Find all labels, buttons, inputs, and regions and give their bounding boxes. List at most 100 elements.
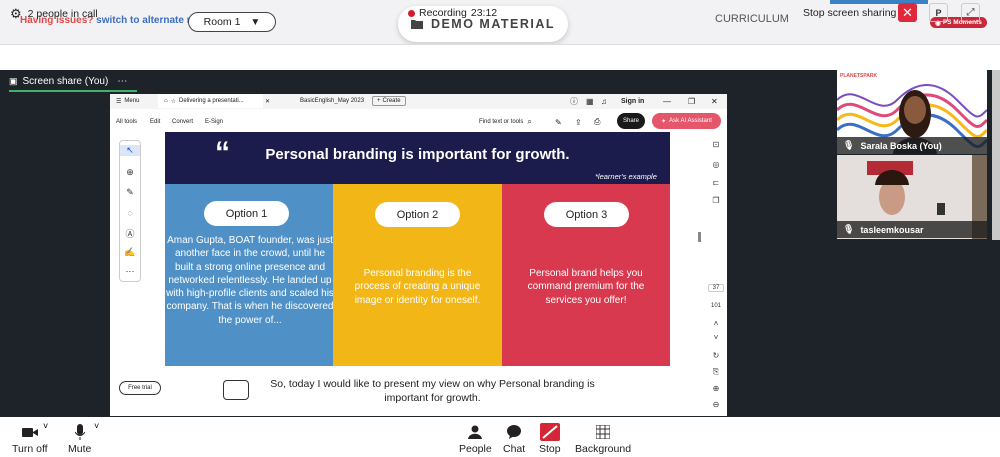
participant-tile-2[interactable]: 🎙 tasleemkousar	[837, 155, 987, 239]
browser-tab-2[interactable]: BasicEnglish_May 2023	[300, 94, 364, 108]
stamp-icon[interactable]: ✍	[120, 247, 140, 258]
participant-2-name: tasleemkousar	[860, 224, 924, 235]
stop-share-icon	[539, 421, 560, 443]
participant-1-name: Sarala Boska (You)	[860, 140, 942, 151]
option-2-text: Personal branding is the process of crea…	[354, 268, 481, 306]
history-icon[interactable]: ◎	[706, 160, 726, 169]
background-button[interactable]: Background	[575, 421, 631, 455]
pdf-tool-sidebar: ↖ ⊕ ✎ ◌ Ⓐ ✍ ⋯	[119, 140, 141, 282]
select-cursor-icon[interactable]: ↖	[120, 145, 140, 156]
stop-screen-sharing-label[interactable]: Stop screen sharing	[803, 7, 896, 19]
text-icon[interactable]: Ⓐ	[120, 227, 140, 240]
search-icon: ⌕	[527, 117, 532, 126]
copy-icon[interactable]: ❐	[706, 196, 726, 205]
page-up-icon[interactable]: ˄	[706, 319, 726, 328]
share-button[interactable]: Share	[617, 113, 645, 129]
bell-icon[interactable]: ♫	[601, 94, 607, 108]
pdf-scrollbar[interactable]	[698, 232, 701, 242]
zoom-out-icon[interactable]: ⊖	[706, 400, 726, 409]
sign-in-link[interactable]: Sign in	[621, 94, 644, 108]
presentation-slide: “ Personal branding is important for gro…	[165, 132, 670, 416]
background-label: Background	[575, 443, 632, 455]
plus-icon: +	[377, 98, 381, 104]
menu-esign[interactable]: E-Sign	[205, 114, 223, 130]
comment-icon[interactable]: ⊕	[120, 167, 140, 178]
tab-close-button[interactable]: ✕	[265, 94, 270, 108]
expand-button[interactable]: ⤢	[961, 3, 980, 22]
draw-pen-icon[interactable]: ✎	[120, 187, 140, 198]
menu-button[interactable]: ☰ Menu	[116, 94, 139, 108]
person-icon	[468, 421, 483, 443]
ai-chat-icon[interactable]: ⊡	[706, 140, 726, 149]
mic-options-chevron-icon[interactable]: ˅	[94, 421, 99, 431]
participant-tile-1[interactable]: PLANETSPARK 🎙 Sarala Boska (You)	[837, 70, 987, 154]
lasso-icon[interactable]: ◌	[120, 208, 140, 218]
more-tools-icon[interactable]: ⋯	[120, 266, 140, 277]
bookmark-icon[interactable]: ⊏	[706, 178, 726, 187]
mute-label: Mute	[68, 443, 92, 455]
slide-bottom-text: So, today I would like to present my vie…	[270, 378, 595, 404]
stop-share-button[interactable]: Stop	[539, 421, 561, 455]
home-icon: ⌂	[164, 98, 168, 104]
video-camera-icon	[21, 421, 38, 443]
menu-label: Menu	[124, 98, 140, 104]
room-select-value: Room 1	[203, 16, 241, 28]
screen-share-tab[interactable]: ▣ Screen share (You) ⋯	[0, 72, 136, 90]
chat-label: Chat	[503, 443, 526, 455]
people-label: People	[459, 443, 492, 455]
apps-icon[interactable]: ▦	[586, 94, 594, 108]
create-button[interactable]: + Create	[372, 96, 406, 106]
document-icon[interactable]: ⎘	[706, 367, 726, 377]
curriculum-tab[interactable]: CURRICULUM	[715, 13, 789, 25]
window-close-icon[interactable]: ✕	[711, 94, 718, 108]
mic-icon: 🎙	[843, 140, 855, 150]
demo-material-label: DEMO MATERIAL	[430, 17, 556, 31]
room-select[interactable]: Room 1 ▼	[188, 12, 276, 32]
mute-button[interactable]: Mute	[68, 421, 91, 455]
recording-label: Recording	[419, 7, 467, 19]
upload-icon[interactable]: ⇪	[575, 114, 582, 130]
option-2-column: Option 2 Personal branding is the proces…	[333, 184, 502, 366]
option-1-text: Aman Gupta, BOAT founder, was just anoth…	[166, 235, 334, 326]
refresh-icon[interactable]: ↻	[706, 351, 726, 360]
background-grid-icon	[596, 421, 611, 443]
hamburger-icon: ☰	[116, 98, 122, 105]
menu-convert[interactable]: Convert	[172, 114, 193, 130]
star-icon: ☆	[170, 98, 177, 105]
print-icon[interactable]: ⎙	[594, 114, 600, 130]
create-label: Create	[382, 98, 401, 104]
page-number[interactable]: 37	[708, 284, 724, 292]
more-options-icon[interactable]: ⋯	[117, 76, 127, 87]
menu-all-tools[interactable]: All tools	[116, 114, 137, 130]
restore-icon[interactable]: ❐	[688, 94, 695, 108]
participant-1-nameplate: 🎙 Sarala Boska (You)	[837, 137, 987, 154]
call-bar	[0, 44, 1000, 70]
option-3-pill: Option 3	[544, 202, 629, 227]
p-button[interactable]: P	[929, 3, 948, 22]
chevron-down-icon: ▼	[250, 16, 261, 28]
camera-options-chevron-icon[interactable]: ˅	[43, 421, 48, 431]
brand-logo: PLANETSPARK	[840, 73, 878, 79]
people-count: ⚙ 2 people in call	[10, 6, 98, 22]
close-icon: ✕	[265, 98, 271, 105]
page-down-icon[interactable]: ˅	[706, 333, 726, 342]
gear-icon[interactable]: ⚙	[10, 6, 22, 22]
find-tools-input[interactable]: Find text or tools ⌕	[479, 114, 532, 130]
menu-edit[interactable]: Edit	[150, 114, 160, 130]
minimize-icon[interactable]: —	[663, 94, 671, 108]
stop-sharing-close-button[interactable]: ✕	[898, 3, 917, 22]
protect-icon[interactable]: ✎	[555, 114, 562, 130]
stage-scrollbar[interactable]	[992, 70, 1000, 240]
browser-tab-1[interactable]: ⌂ ☆ Delivering a presentati...	[158, 94, 263, 108]
browser-tab-1-label: Delivering a presentati...	[179, 98, 244, 104]
free-trial-button[interactable]: Free trial	[119, 381, 161, 395]
option-3-column: Option 3 Personal brand helps you comman…	[502, 184, 670, 366]
chat-button[interactable]: Chat	[503, 421, 525, 455]
zoom-in-icon[interactable]: ⊕	[706, 384, 726, 393]
help-icon[interactable]: ⓘ	[570, 94, 578, 108]
ai-assistant-button[interactable]: ✦ Ask AI Assistant	[652, 113, 721, 129]
recording-time: 23:12	[470, 7, 498, 19]
bottom-controls	[0, 417, 1000, 457]
people-count-text: 2 people in call	[27, 8, 98, 20]
people-button[interactable]: People	[459, 421, 492, 455]
